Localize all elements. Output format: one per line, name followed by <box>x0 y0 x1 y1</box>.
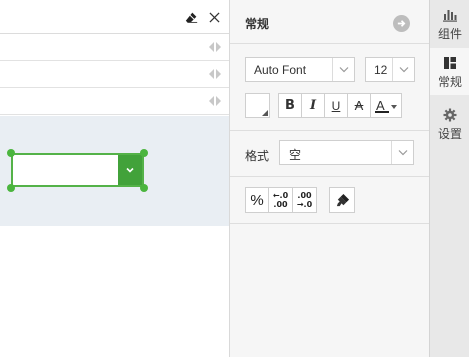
font-color-button[interactable]: A <box>370 93 402 118</box>
combobox-widget[interactable] <box>11 153 144 187</box>
format-select[interactable]: 空 <box>279 140 414 165</box>
resize-handle-bottom-left[interactable] <box>7 184 15 192</box>
decrease-decimal-top: .00 <box>297 191 312 200</box>
eraser-icon[interactable] <box>183 9 199 25</box>
increase-decimal-top: ←.0 <box>272 191 289 200</box>
tab-general[interactable]: 常规 <box>430 48 469 95</box>
format-painter-button[interactable] <box>329 187 355 213</box>
background-color-picker[interactable] <box>245 93 270 118</box>
font-family-value: Auto Font <box>254 63 307 77</box>
property-row[interactable] <box>0 62 229 88</box>
chevron-left-icon[interactable] <box>209 42 214 52</box>
grid-icon <box>444 57 456 69</box>
text-format-group: B I U A A <box>278 93 402 118</box>
number-format-group: % ←.0 .00 .00 →.0 <box>245 187 317 213</box>
divider <box>230 223 430 224</box>
bold-button[interactable]: B <box>278 93 302 118</box>
font-size-select[interactable]: 12 <box>365 57 415 82</box>
underline-button[interactable]: U <box>324 93 348 118</box>
gear-icon <box>443 108 457 122</box>
close-icon[interactable] <box>206 9 222 25</box>
chevron-right-icon[interactable] <box>216 96 221 106</box>
decrease-decimal-button[interactable]: .00 →.0 <box>292 187 317 213</box>
tab-label: 常规 <box>437 75 462 89</box>
divider <box>230 43 430 44</box>
divider <box>230 130 430 131</box>
increase-decimal-button[interactable]: ←.0 .00 <box>268 187 293 213</box>
format-label: 格式 <box>245 149 270 163</box>
tab-settings[interactable]: 设置 <box>430 100 469 147</box>
design-canvas[interactable] <box>0 116 229 226</box>
row-scroll-arrows[interactable] <box>209 69 221 79</box>
chevron-right-icon[interactable] <box>216 69 221 79</box>
combobox-dropdown-button[interactable] <box>118 155 142 185</box>
strikethrough-button[interactable]: A <box>347 93 371 118</box>
chevron-left-icon[interactable] <box>209 96 214 106</box>
italic-button[interactable]: I <box>301 93 325 118</box>
divider <box>230 176 430 177</box>
canvas-area <box>0 0 229 357</box>
caret-down-icon <box>391 105 397 109</box>
bar-chart-icon <box>443 10 457 22</box>
tab-label: 设置 <box>437 127 462 141</box>
row-scroll-arrows[interactable] <box>209 96 221 106</box>
font-size-value: 12 <box>374 63 388 77</box>
chevron-down-icon[interactable] <box>391 141 413 164</box>
properties-panel: 常规 Auto Font 12 B I U A A 格式 空 % ←.0 .00… <box>229 0 430 357</box>
side-tab-rail: 组件 常规 设置 <box>429 0 469 357</box>
panel-title: 常规 <box>245 17 270 31</box>
chevron-down-icon <box>126 167 134 173</box>
brush-icon <box>336 193 349 206</box>
chevron-left-icon[interactable] <box>209 69 214 79</box>
property-row[interactable] <box>0 35 229 61</box>
canvas-toolbar <box>0 0 229 34</box>
resize-handle-top-left[interactable] <box>7 149 15 157</box>
property-row[interactable] <box>0 89 229 115</box>
chevron-down-icon[interactable] <box>332 58 354 81</box>
chevron-down-icon[interactable] <box>392 58 414 81</box>
resize-handle-top-right[interactable] <box>140 149 148 157</box>
increase-decimal-bottom: .00 <box>273 200 288 209</box>
tab-label: 组件 <box>437 27 462 41</box>
font-color-swatch <box>375 111 389 113</box>
row-scroll-arrows[interactable] <box>209 42 221 52</box>
arrow-right-circle-icon[interactable] <box>393 15 410 32</box>
tab-components[interactable]: 组件 <box>430 0 469 47</box>
chevron-right-icon[interactable] <box>216 42 221 52</box>
decrease-decimal-bottom: →.0 <box>296 200 313 209</box>
format-value: 空 <box>289 148 302 162</box>
font-family-select[interactable]: Auto Font <box>245 57 355 82</box>
percent-button[interactable]: % <box>245 187 269 213</box>
resize-handle-bottom-right[interactable] <box>140 184 148 192</box>
